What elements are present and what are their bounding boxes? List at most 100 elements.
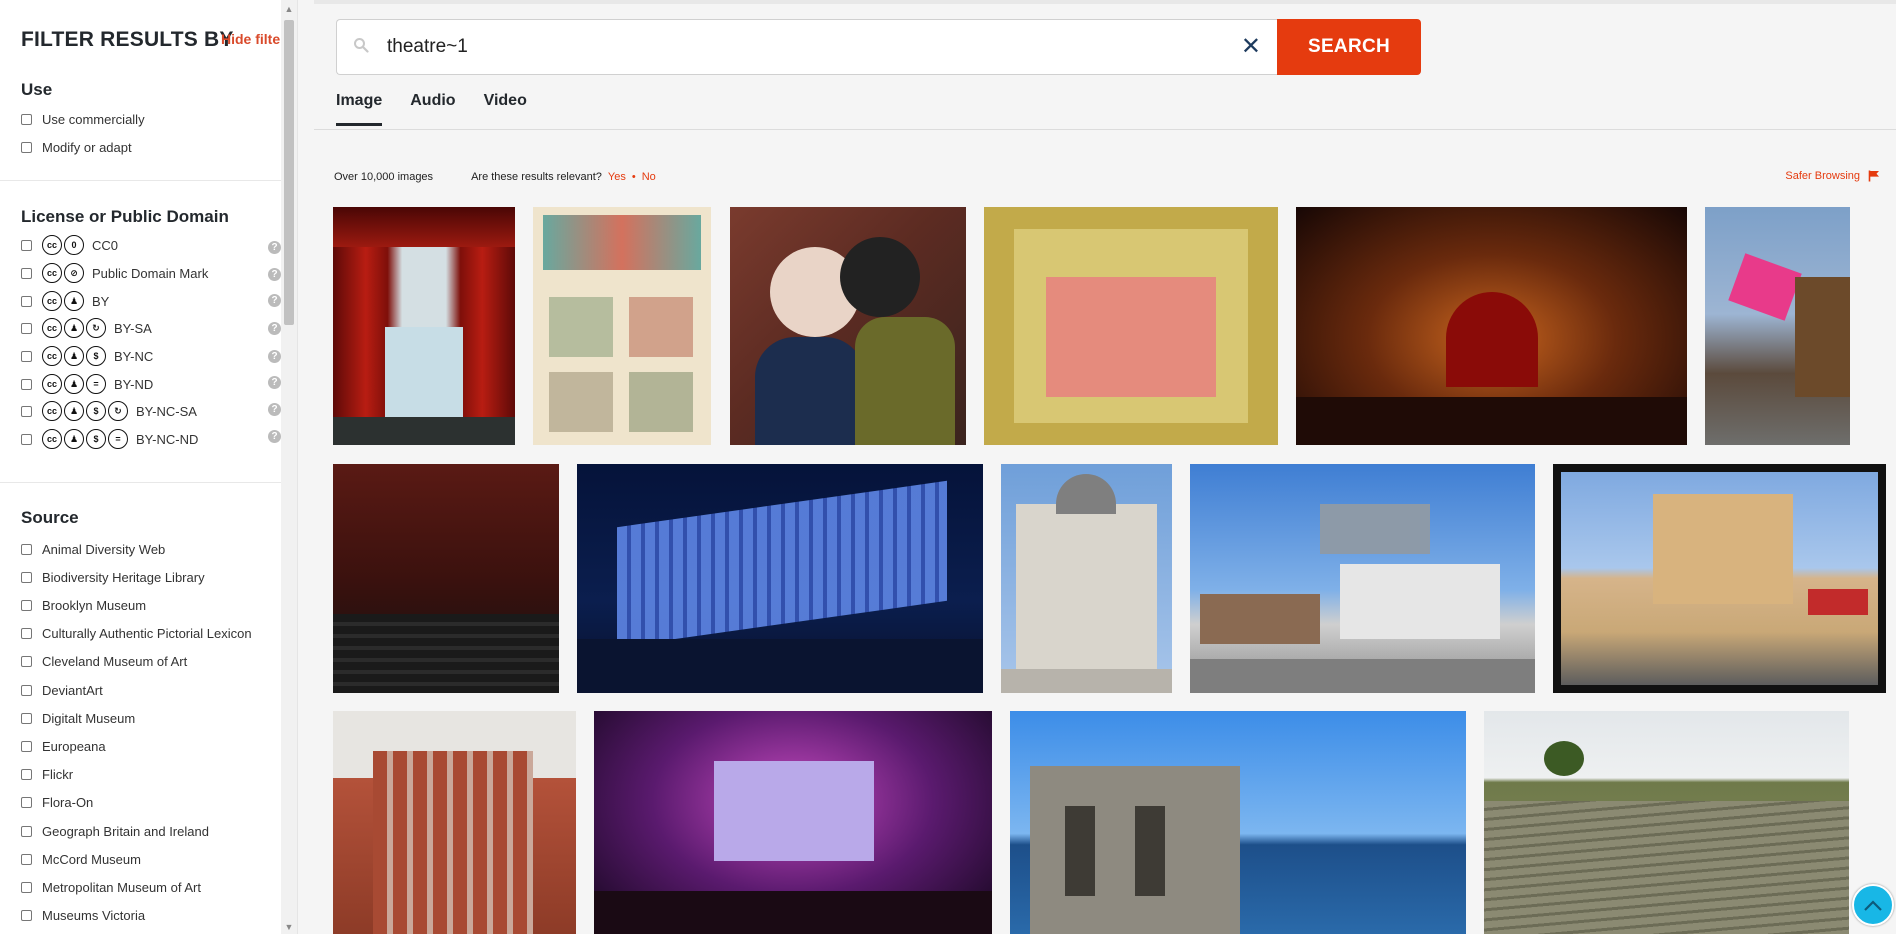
result-image-classical-theatre-building[interactable] (1001, 464, 1172, 693)
checkbox[interactable] (21, 740, 32, 752)
source-option[interactable]: Europeana (21, 737, 106, 755)
checkbox[interactable] (21, 769, 32, 781)
cc-cc-icon: cc (42, 318, 62, 338)
license-option[interactable]: cc 0 CC0 (21, 235, 119, 255)
flag-icon (1868, 170, 1879, 182)
checkbox[interactable] (21, 295, 32, 307)
license-label: BY-SA (114, 320, 152, 336)
checkbox[interactable] (21, 853, 32, 865)
help-icon[interactable]: ? (268, 430, 281, 443)
license-option[interactable]: cc ♟ ↻ BY-SA (21, 318, 152, 338)
cc-nd-icon: = (108, 429, 128, 449)
checkbox[interactable] (21, 405, 32, 417)
checkbox[interactable] (21, 350, 32, 362)
license-option[interactable]: cc ⊘ Public Domain Mark (21, 263, 208, 283)
filter-title: FILTER RESULTS BY (21, 28, 234, 51)
license-icons: cc 0 (42, 235, 86, 255)
help-icon[interactable]: ? (268, 376, 281, 389)
checkbox[interactable] (21, 239, 32, 251)
tab-audio[interactable]: Audio (410, 92, 455, 126)
back-to-top-button[interactable] (1852, 884, 1894, 926)
result-image-theatre-book-cover[interactable] (984, 207, 1278, 445)
checkbox[interactable] (21, 141, 32, 153)
relevance-yes-link[interactable]: Yes (608, 171, 626, 183)
source-option[interactable]: Animal Diversity Web (21, 540, 165, 558)
scrollbar-thumb[interactable] (284, 20, 294, 325)
checkbox[interactable] (21, 656, 32, 668)
checkbox[interactable] (21, 322, 32, 334)
help-icon[interactable]: ? (268, 241, 281, 254)
clear-search-icon[interactable]: ✕ (1241, 33, 1261, 61)
result-image-auditorium-seats[interactable] (333, 464, 559, 693)
scroll-up-arrow-icon[interactable]: ▲ (284, 4, 294, 14)
source-option[interactable]: Digitalt Museum (21, 709, 135, 727)
checkbox[interactable] (21, 825, 32, 837)
license-option[interactable]: cc ♟ BY (21, 291, 110, 311)
checkbox[interactable] (21, 910, 32, 922)
source-option[interactable]: Museums Victoria (21, 907, 145, 925)
license-option[interactable]: cc ♟ $ ↻ BY-NC-SA (21, 401, 197, 421)
result-image-curtain-poster[interactable] (333, 207, 515, 445)
filter-use-commercially[interactable]: Use commercially (21, 110, 145, 128)
tab-video[interactable]: Video (484, 92, 527, 126)
checkbox[interactable] (21, 599, 32, 611)
cc-by-icon: ♟ (64, 291, 84, 311)
license-label: BY (92, 293, 110, 309)
checkbox[interactable] (21, 712, 32, 724)
source-option[interactable]: McCord Museum (21, 850, 141, 868)
checkbox[interactable] (21, 797, 32, 809)
checkbox[interactable] (21, 628, 32, 640)
license-label: CC0 (92, 237, 119, 253)
search-button[interactable]: SEARCH (1277, 19, 1421, 75)
source-option[interactable]: Brooklyn Museum (21, 596, 146, 614)
help-icon[interactable]: ? (268, 294, 281, 307)
result-image-stone-ruins-sea[interactable] (1010, 711, 1466, 934)
result-image-metro-theatre-street[interactable] (1705, 207, 1850, 445)
help-icon[interactable]: ? (268, 403, 281, 416)
source-option[interactable]: Biodiversity Heritage Library (21, 568, 205, 586)
safer-browsing-toggle[interactable]: Safer Browsing (1785, 170, 1880, 182)
result-image-blue-lit-building[interactable] (577, 464, 983, 693)
license-option[interactable]: cc ♟ = BY-ND (21, 374, 153, 394)
checkbox[interactable] (21, 543, 32, 555)
result-image-paper-theatre[interactable] (533, 207, 711, 445)
checkbox[interactable] (21, 113, 32, 125)
license-option[interactable]: cc ♟ $ = BY-NC-ND (21, 429, 198, 449)
help-icon[interactable]: ? (268, 322, 281, 335)
checkbox[interactable] (21, 571, 32, 583)
result-image-ancient-amphitheatre[interactable] (1484, 711, 1849, 934)
help-icon[interactable]: ? (268, 350, 281, 363)
checkbox[interactable] (21, 378, 32, 390)
tab-image[interactable]: Image (336, 92, 383, 126)
checkbox[interactable] (21, 433, 32, 445)
result-image-two-women[interactable] (730, 207, 966, 445)
results-meta: Over 10,000 images Are these results rel… (334, 171, 656, 183)
source-label: Biodiversity Heritage Library (42, 569, 205, 585)
source-option[interactable]: Cleveland Museum of Art (21, 653, 187, 671)
cc-zero-icon: 0 (64, 235, 84, 255)
filter-modify-adapt[interactable]: Modify or adapt (21, 138, 132, 156)
checkbox[interactable] (21, 267, 32, 279)
source-option[interactable]: DeviantArt (21, 681, 103, 699)
source-option[interactable]: Geograph Britain and Ireland (21, 822, 209, 840)
source-option[interactable]: Flora-On (21, 794, 93, 812)
sidebar-scrollbar[interactable]: ▲ ▼ (281, 0, 297, 934)
cc-pd-icon: ⊘ (64, 263, 84, 283)
result-image-ornate-theatre-hall[interactable] (1296, 207, 1687, 445)
search-box[interactable]: ✕ (336, 19, 1277, 75)
source-option[interactable]: Culturally Authentic Pictorial Lexicon (21, 625, 252, 643)
result-image-cinema-screen[interactable] (594, 711, 992, 934)
source-option[interactable]: Flickr (21, 766, 73, 784)
result-image-suburban-theatre[interactable] (1553, 464, 1886, 693)
checkbox[interactable] (21, 881, 32, 893)
result-image-westlake-theatre[interactable] (1190, 464, 1535, 693)
checkbox[interactable] (21, 684, 32, 696)
license-option[interactable]: cc ♟ $ BY-NC (21, 346, 153, 366)
search-input[interactable] (387, 32, 1207, 62)
result-image-brick-palace-theatre[interactable] (333, 711, 576, 934)
scroll-down-arrow-icon[interactable]: ▼ (284, 922, 294, 932)
source-option[interactable]: Metropolitan Museum of Art (21, 878, 201, 896)
help-icon[interactable]: ? (268, 268, 281, 281)
relevance-no-link[interactable]: No (642, 171, 656, 183)
source-label: Culturally Authentic Pictorial Lexicon (42, 626, 252, 642)
